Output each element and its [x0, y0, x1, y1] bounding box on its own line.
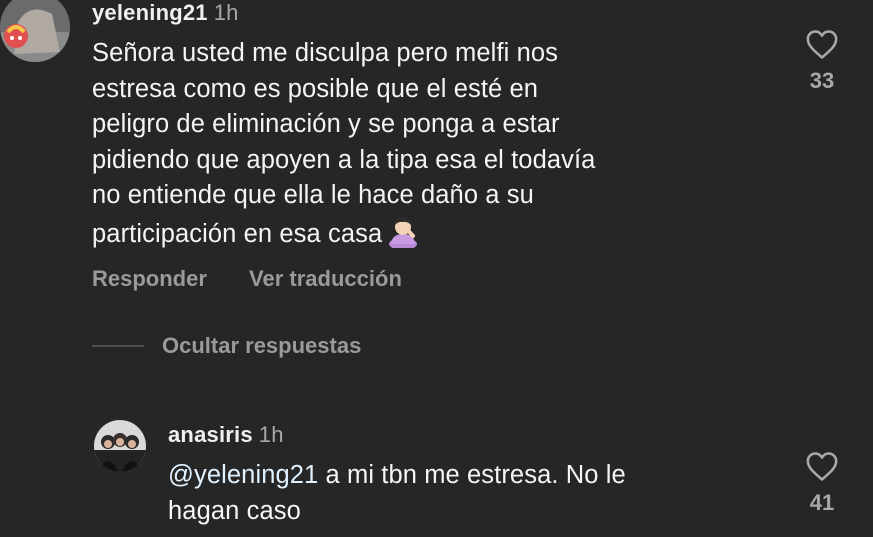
like-count: 41 [809, 490, 835, 515]
hide-replies-button[interactable]: Ocultar respuestas [92, 333, 361, 359]
username-text[interactable]: anasiris [168, 422, 253, 447]
see-translation-button[interactable]: Ver traducción [249, 266, 402, 291]
reply-body: @yelening21 a mi tbn me estresa. No le h… [168, 458, 788, 529]
like-control: 33 [792, 28, 852, 94]
person-facepalming-icon [386, 214, 420, 259]
avatar[interactable] [94, 420, 146, 472]
avatar[interactable] [0, 0, 70, 62]
reply-line: hagan caso [168, 496, 301, 525]
reply-button[interactable]: Responder [92, 266, 207, 291]
reply-text: a mi tbn me estresa. No le [318, 461, 626, 489]
like-control: 41 [792, 450, 852, 516]
reply-time: 1h [258, 422, 284, 447]
comment-line: no entiende que ella le hace daño a su [92, 181, 534, 209]
comment-line-last: participación en esa casa [92, 214, 772, 259]
comment-line: Señora usted me disculpa pero melfi nos [92, 39, 558, 67]
mention-link[interactable]: @yelening21 [168, 461, 318, 489]
comment-username[interactable]: yelening21 1h [92, 0, 239, 26]
heart-icon[interactable] [805, 28, 839, 60]
comments-thread: yelening21 1h Señora usted me disculpa pe… [0, 0, 873, 537]
comment-line: estresa como es posible que el esté en [92, 74, 539, 103]
like-count: 33 [809, 68, 835, 93]
comment-body: Señora usted me disculpa pero melfi nos … [92, 36, 772, 258]
heart-icon[interactable] [805, 450, 839, 482]
comment-actions: Responder Ver traducción [92, 266, 402, 292]
reply-line: @yelening21 a mi tbn me estresa. No le [168, 458, 788, 494]
divider-line [92, 345, 144, 347]
comment-line: participación en esa casa [92, 219, 383, 248]
reply-username[interactable]: anasiris 1h [168, 422, 284, 448]
username-text[interactable]: yelening21 [92, 0, 208, 25]
hide-replies-label: Ocultar respuestas [162, 333, 362, 358]
comment-line: pidiendo que apoyen a la tipa esa el tod… [92, 145, 596, 174]
comment-time: 1h [213, 0, 239, 25]
comment-line: peligro de eliminación y se ponga a esta… [92, 110, 560, 138]
